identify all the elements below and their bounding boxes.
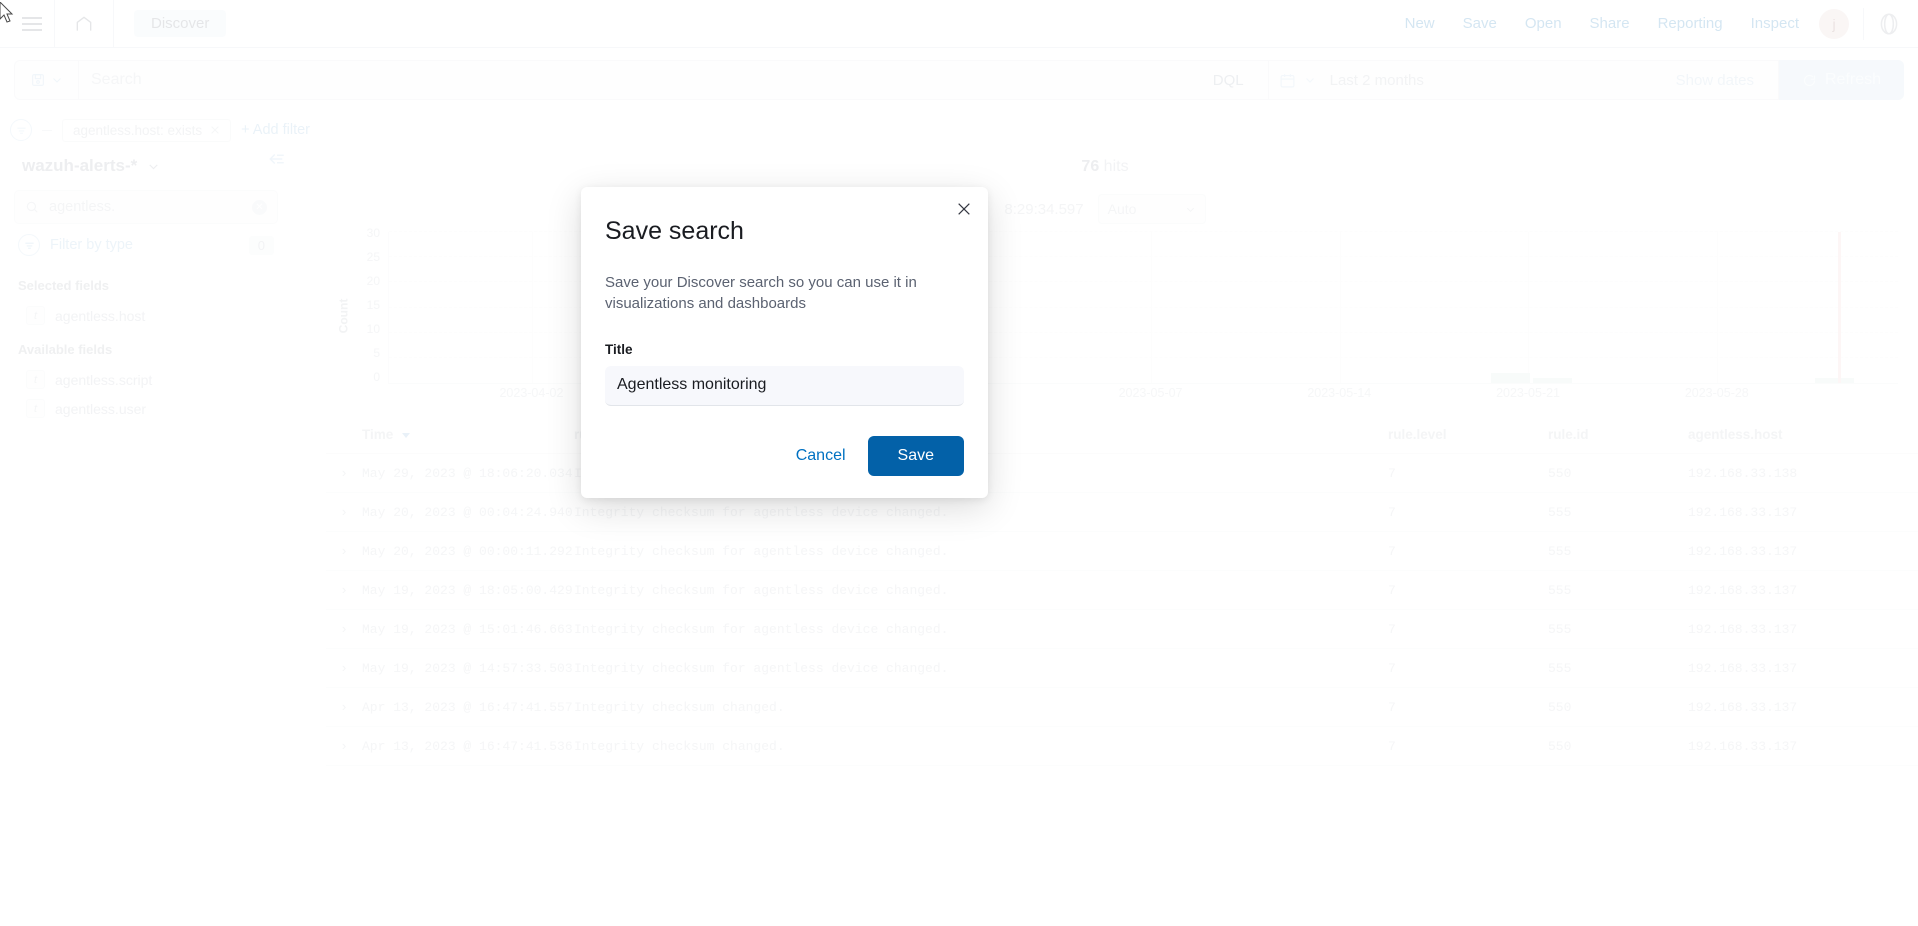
modal-title: Save search <box>605 217 744 245</box>
modal-overlay[interactable]: Save search Save your Discover search so… <box>0 0 1918 926</box>
close-icon[interactable] <box>953 198 975 220</box>
title-input[interactable] <box>605 365 964 406</box>
modal-description: Save your Discover search so you can use… <box>605 274 917 313</box>
save-button[interactable]: Save <box>867 436 964 476</box>
mouse-cursor <box>0 1 16 24</box>
title-field-label: Title <box>605 341 633 357</box>
cancel-button[interactable]: Cancel <box>796 447 846 465</box>
modal-footer: Cancel Save <box>796 436 964 476</box>
save-search-modal: Save search Save your Discover search so… <box>581 187 988 498</box>
